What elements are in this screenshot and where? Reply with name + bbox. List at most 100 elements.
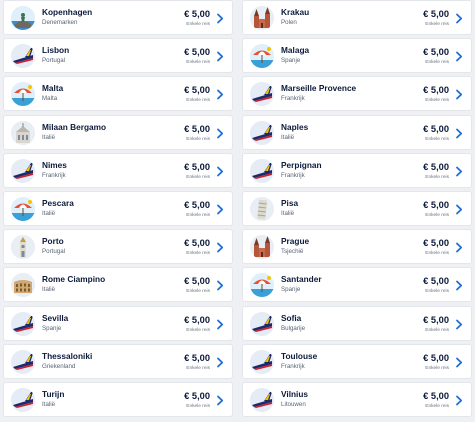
fare-note: Enkele reis xyxy=(186,212,210,218)
fare-note: Enkele reis xyxy=(186,289,210,295)
destination-card[interactable]: Prague Tsjechië € 5,00 Enkele reis xyxy=(242,229,472,265)
city-name: Prague xyxy=(281,236,310,247)
colosseum-icon xyxy=(11,273,35,298)
city-name: Kopenhagen xyxy=(42,7,93,17)
destination-card[interactable]: Krakau Polen € 5,00 Enkele reis xyxy=(242,0,472,35)
plane-tail-icon xyxy=(11,349,35,374)
little-mermaid-icon xyxy=(11,6,35,30)
fare-note: Enkele reis xyxy=(425,403,449,409)
destination-card[interactable]: Malta Malta € 5,00 Enkele reis xyxy=(3,76,233,112)
destination-card[interactable]: Kopenhagen Denemarken € 5,00 Enkele reis xyxy=(3,0,233,35)
chevron-right-icon[interactable] xyxy=(215,89,225,100)
fare-note: Enkele reis xyxy=(425,174,449,180)
destination-card[interactable]: Lisbon Portugal € 5,00 Enkele reis xyxy=(3,38,233,74)
fare-price: € 5,00 xyxy=(423,9,449,19)
church-tower-icon xyxy=(11,235,35,260)
destination-card[interactable]: Pisa Italië € 5,00 Enkele reis xyxy=(242,190,472,226)
chevron-right-icon[interactable] xyxy=(454,242,464,253)
destination-card[interactable]: Rome Ciampino Italië € 5,00 Enkele reis xyxy=(3,267,233,303)
destination-card[interactable]: Thessaloniki Griekenland € 5,00 Enkele reis xyxy=(3,343,233,379)
fare-price: € 5,00 xyxy=(423,314,449,325)
destination-card[interactable]: Toulouse Frankrijk € 5,00 Enkele reis xyxy=(242,343,472,379)
fare-price: € 5,00 xyxy=(423,238,449,249)
fare-note: Enkele reis xyxy=(186,174,210,180)
chevron-right-icon[interactable] xyxy=(215,280,225,291)
chevron-right-icon[interactable] xyxy=(454,51,464,62)
fare-note: Enkele reis xyxy=(425,251,449,257)
chevron-right-icon[interactable] xyxy=(454,128,464,139)
destination-card[interactable]: Porto Portugal € 5,00 Enkele reis xyxy=(3,229,233,265)
beach-umbrella-icon xyxy=(250,273,274,298)
destination-card[interactable]: Pescara Italië € 5,00 Enkele reis xyxy=(3,190,233,226)
fare-note: Enkele reis xyxy=(186,136,210,142)
chevron-right-icon[interactable] xyxy=(215,204,225,215)
chevron-right-icon[interactable] xyxy=(454,204,464,215)
city-name: Porto xyxy=(42,236,64,247)
chevron-right-icon[interactable] xyxy=(454,280,464,291)
fare-note: Enkele reis xyxy=(186,251,210,257)
chevron-right-icon[interactable] xyxy=(215,242,225,253)
country-name: Italië xyxy=(42,209,56,217)
destination-card[interactable]: Marseille Provence Frankrijk € 5,00 Enkele … xyxy=(242,76,472,112)
chevron-right-icon[interactable] xyxy=(454,319,464,330)
destination-grid: Kopenhagen Denemarken € 5,00 Enkele reis Kra… xyxy=(3,0,472,417)
city-name: Sevilla xyxy=(42,312,69,323)
country-name: Bulgarije xyxy=(281,324,306,332)
beach-umbrella-icon xyxy=(11,82,35,107)
chevron-right-icon[interactable] xyxy=(215,357,225,368)
chevron-right-icon[interactable] xyxy=(215,128,225,139)
destination-card[interactable]: Santander Spanje € 5,00 Enkele reis xyxy=(242,267,472,303)
country-name: Frankrijk xyxy=(281,362,305,370)
fare-price: € 5,00 xyxy=(184,85,210,96)
chevron-right-icon[interactable] xyxy=(454,395,464,406)
city-name: Marseille Provence xyxy=(281,83,357,94)
chevron-right-icon[interactable] xyxy=(454,89,464,100)
chevron-right-icon[interactable] xyxy=(454,357,464,368)
fare-price: € 5,00 xyxy=(423,199,449,210)
country-name: Portugal xyxy=(42,248,66,256)
fare-price: € 5,00 xyxy=(184,9,210,19)
chevron-right-icon[interactable] xyxy=(454,166,464,177)
chevron-right-icon[interactable] xyxy=(215,51,225,62)
chevron-right-icon[interactable] xyxy=(215,166,225,177)
city-name: Perpignan xyxy=(281,159,322,170)
country-name: Italië xyxy=(42,133,56,141)
fare-note: Enkele reis xyxy=(425,22,449,27)
destination-card[interactable]: Sevilla Spanje € 5,00 Enkele reis xyxy=(3,305,233,341)
destination-card[interactable]: Naples Italië € 5,00 Enkele reis xyxy=(242,114,472,150)
destination-card[interactable]: Perpignan Frankrijk € 5,00 Enkele reis xyxy=(242,152,472,188)
plane-tail-icon xyxy=(11,311,35,336)
fare-price: € 5,00 xyxy=(184,47,210,58)
plane-tail-icon xyxy=(250,349,274,374)
city-name: Turijn xyxy=(42,388,65,399)
fare-price: € 5,00 xyxy=(184,314,210,325)
city-name: Thessaloniki xyxy=(42,350,93,361)
fare-note: Enkele reis xyxy=(186,403,210,409)
destination-card[interactable]: Milaan Bergamo Italië € 5,00 Enkele reis xyxy=(3,114,233,150)
country-name: Frankrijk xyxy=(281,171,305,179)
chevron-right-icon[interactable] xyxy=(215,319,225,330)
city-name: Pescara xyxy=(42,197,74,208)
fare-note: Enkele reis xyxy=(186,22,210,27)
country-name: Polen xyxy=(281,19,297,26)
chevron-right-icon[interactable] xyxy=(215,395,225,406)
plane-tail-icon xyxy=(250,120,274,145)
fare-price: € 5,00 xyxy=(423,390,449,401)
fare-price: € 5,00 xyxy=(423,85,449,96)
fare-price: € 5,00 xyxy=(184,123,210,134)
country-name: Frankrijk xyxy=(42,171,66,179)
city-name: Malaga xyxy=(281,45,310,56)
country-name: Italië xyxy=(42,286,56,294)
beach-umbrella-icon xyxy=(250,44,274,69)
destination-card[interactable]: Turijn Italië € 5,00 Enkele reis xyxy=(3,381,233,417)
fare-price: € 5,00 xyxy=(184,390,210,401)
city-name: Rome Ciampino xyxy=(42,274,106,285)
destination-card[interactable]: Nimes Frankrijk € 5,00 Enkele reis xyxy=(3,152,233,188)
chevron-right-icon[interactable] xyxy=(454,13,464,24)
chevron-right-icon[interactable] xyxy=(215,13,225,24)
destination-card[interactable]: Sofia Bulgarije € 5,00 Enkele reis xyxy=(242,305,472,341)
destination-card[interactable]: Vilnius Litouwen € 5,00 Enkele reis xyxy=(242,381,472,417)
fare-price: € 5,00 xyxy=(184,352,210,363)
city-name: Naples xyxy=(281,121,309,132)
destination-card[interactable]: Malaga Spanje € 5,00 Enkele reis xyxy=(242,38,472,74)
